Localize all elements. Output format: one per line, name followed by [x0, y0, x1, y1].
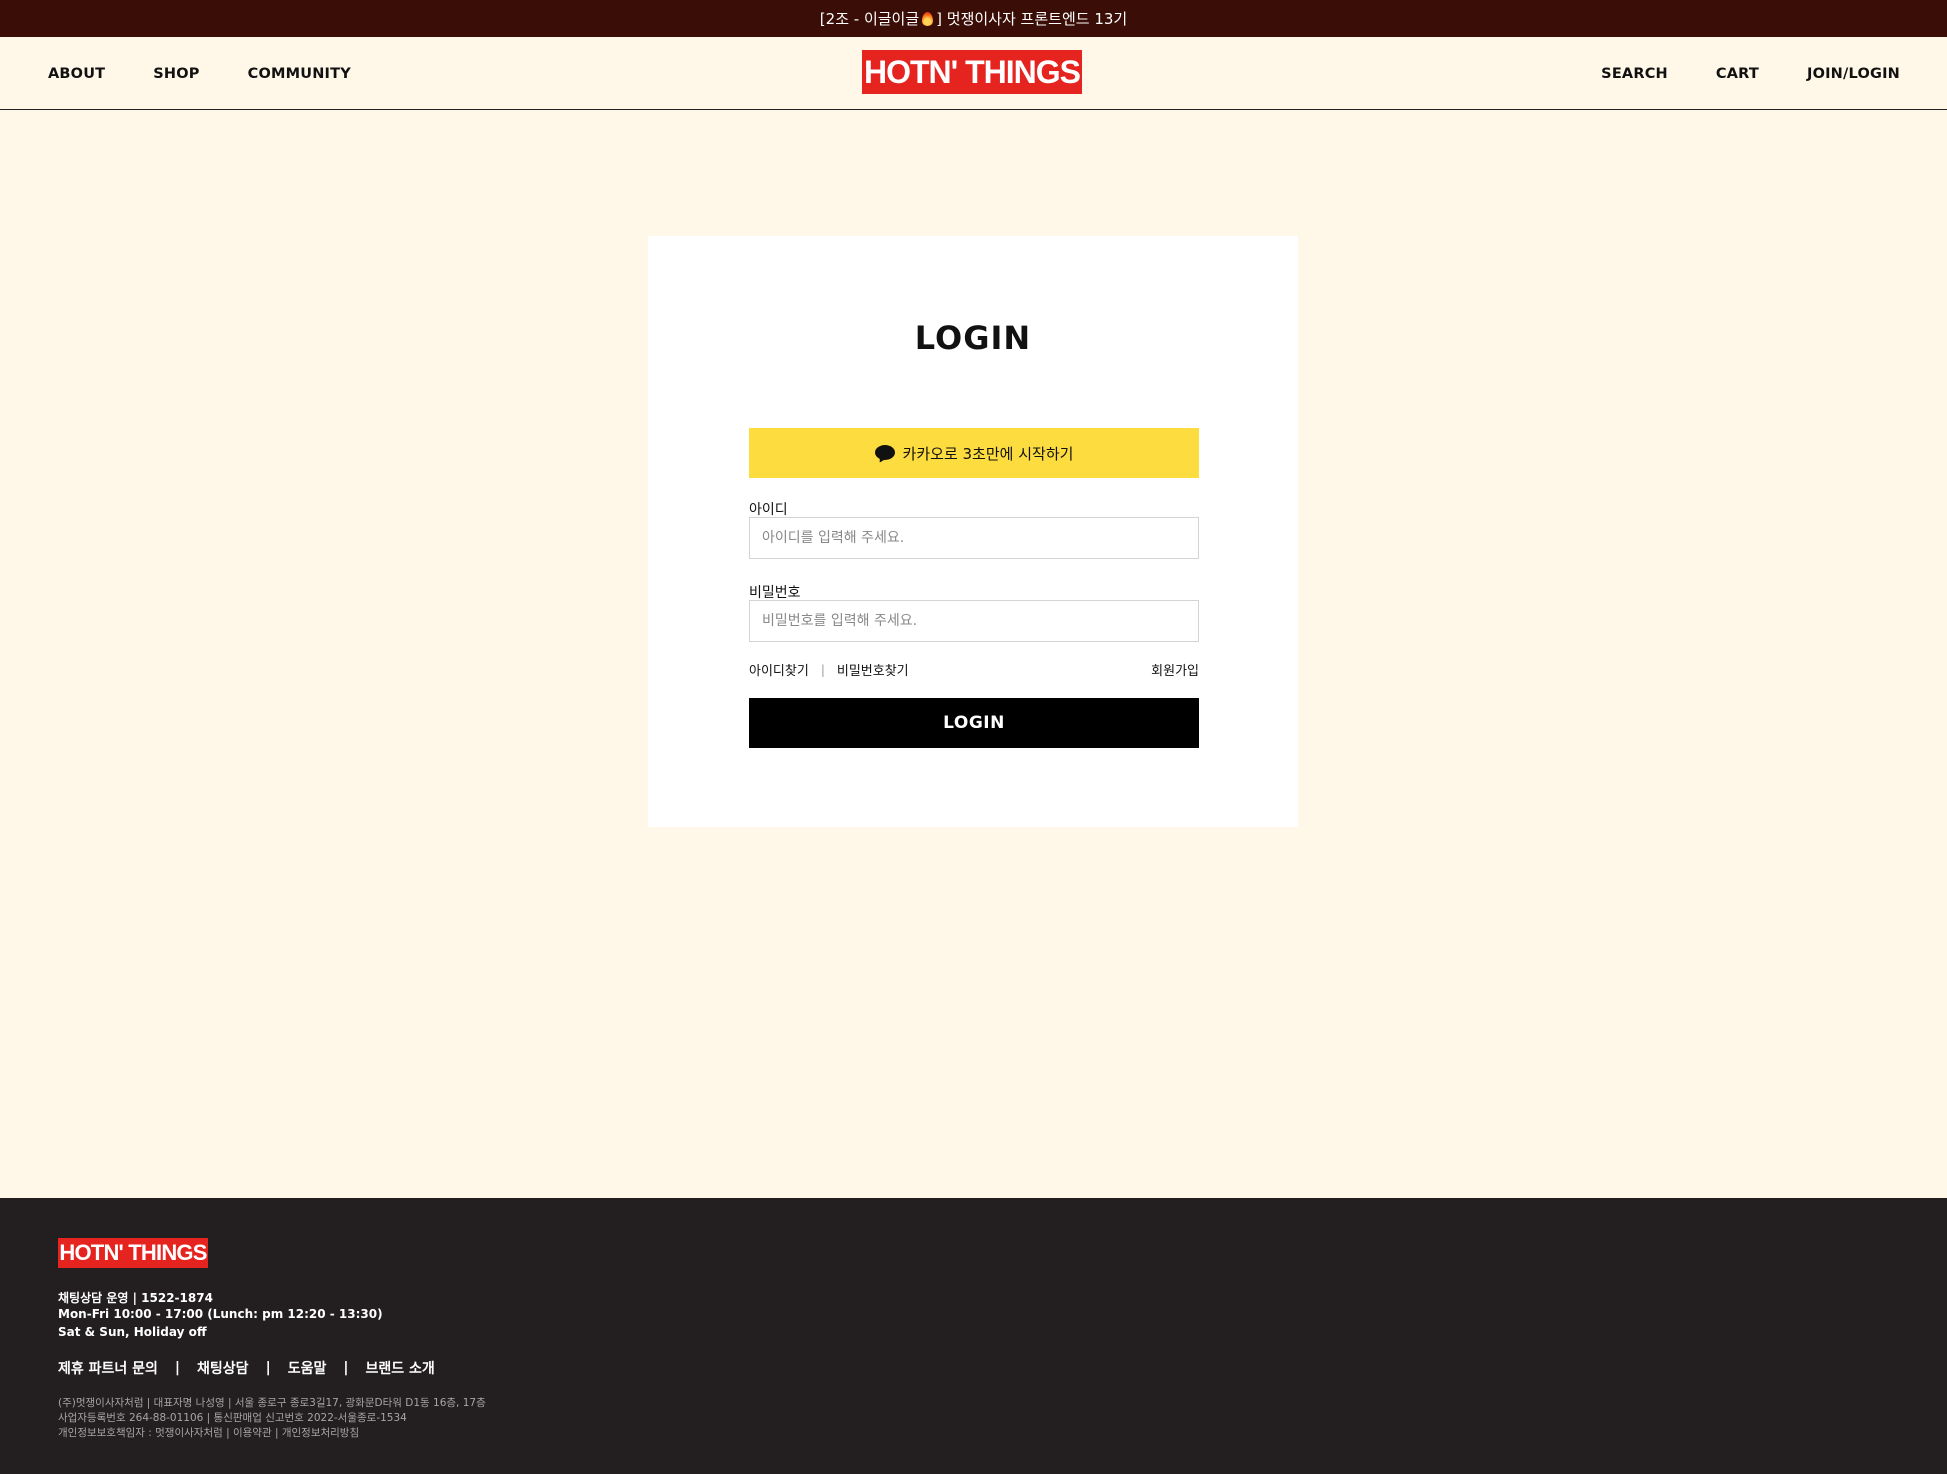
primary-nav: ABOUT SHOP COMMUNITY: [48, 37, 399, 110]
utility-nav: SEARCH CART JOIN/LOGIN: [1553, 37, 1900, 110]
kakao-login-label: 카카오로 3초만에 시작하기: [902, 444, 1074, 463]
footer-link-separator: |: [174, 1360, 181, 1376]
nav-cart[interactable]: CART: [1716, 66, 1759, 82]
link-separator: |: [820, 662, 825, 677]
fire-icon: [922, 11, 934, 26]
brand-logo[interactable]: HOTN' THINGS: [862, 50, 1082, 94]
footer-hours: Mon-Fri 10:00 - 17:00 (Lunch: pm 12:20 -…: [58, 1307, 383, 1321]
footer-link-partner[interactable]: 제휴 파트너 문의: [58, 1358, 158, 1378]
find-links: 아이디찾기 | 비밀번호찾기: [749, 660, 909, 680]
footer-logo: HOTN' THINGS: [58, 1238, 208, 1268]
nav-join-login[interactable]: JOIN/LOGIN: [1807, 66, 1900, 82]
footer-legal-company: (주)멋쟁이사자처럼 | 대표자명 나성영 | 서울 종로구 종로3길17, 광…: [58, 1397, 486, 1409]
announcement-suffix: ] 멋쟁이사자 프론트엔드 13기: [936, 10, 1128, 28]
footer-links: 제휴 파트너 문의 | 채팅상담 | 도움말 | 브랜드 소개: [58, 1358, 435, 1378]
page-title: LOGIN: [914, 319, 1032, 357]
nav-community[interactable]: COMMUNITY: [248, 66, 351, 82]
nav-search[interactable]: SEARCH: [1601, 66, 1668, 82]
login-card: LOGIN 카카오로 3초만에 시작하기 아이디 비밀번호 아이디찾기 | 비밀…: [648, 236, 1298, 827]
footer-legal-registration: 사업자등록번호 264-88-01106 | 통신판매업 신고번호 2022-서…: [58, 1412, 407, 1424]
announcement-prefix: [2조 - 이글이글: [819, 10, 920, 28]
site-header: ABOUT SHOP COMMUNITY HOTN' THINGS SEARCH…: [0, 37, 1947, 110]
login-button[interactable]: LOGIN: [749, 698, 1199, 748]
announcement-bar: [2조 - 이글이글 ] 멋쟁이사자 프론트엔드 13기: [0, 0, 1947, 37]
signup-link[interactable]: 회원가입: [1151, 660, 1199, 679]
password-input[interactable]: [749, 600, 1199, 642]
footer-legal-privacy: 개인정보보호책임자 : 멋쟁이사자처럼 | 이용약관 | 개인정보처리방침: [58, 1427, 360, 1439]
speech-bubble-icon: [874, 445, 895, 461]
footer-link-brand[interactable]: 브랜드 소개: [365, 1358, 434, 1378]
site-footer: HOTN' THINGS 채팅상담 운영 | 1522-1874 Mon-Fri…: [0, 1198, 1947, 1474]
footer-contact: 채팅상담 운영 | 1522-1874: [58, 1291, 213, 1305]
footer-link-help[interactable]: 도움말: [288, 1358, 327, 1378]
footer-link-separator: |: [265, 1360, 271, 1376]
kakao-login-button[interactable]: 카카오로 3초만에 시작하기: [749, 428, 1199, 478]
nav-about[interactable]: ABOUT: [48, 66, 105, 82]
account-links: 아이디찾기 | 비밀번호찾기 회원가입: [749, 660, 1199, 680]
footer-holiday: Sat & Sun, Holiday off: [58, 1325, 207, 1339]
footer-link-separator: |: [343, 1360, 349, 1376]
id-input[interactable]: [749, 517, 1199, 559]
id-label: 아이디: [749, 502, 788, 518]
footer-link-chat[interactable]: 채팅상담: [197, 1358, 249, 1378]
find-id-link[interactable]: 아이디찾기: [749, 660, 809, 679]
find-password-link[interactable]: 비밀번호찾기: [837, 660, 909, 679]
nav-shop[interactable]: SHOP: [153, 66, 199, 82]
password-label: 비밀번호: [749, 585, 801, 601]
